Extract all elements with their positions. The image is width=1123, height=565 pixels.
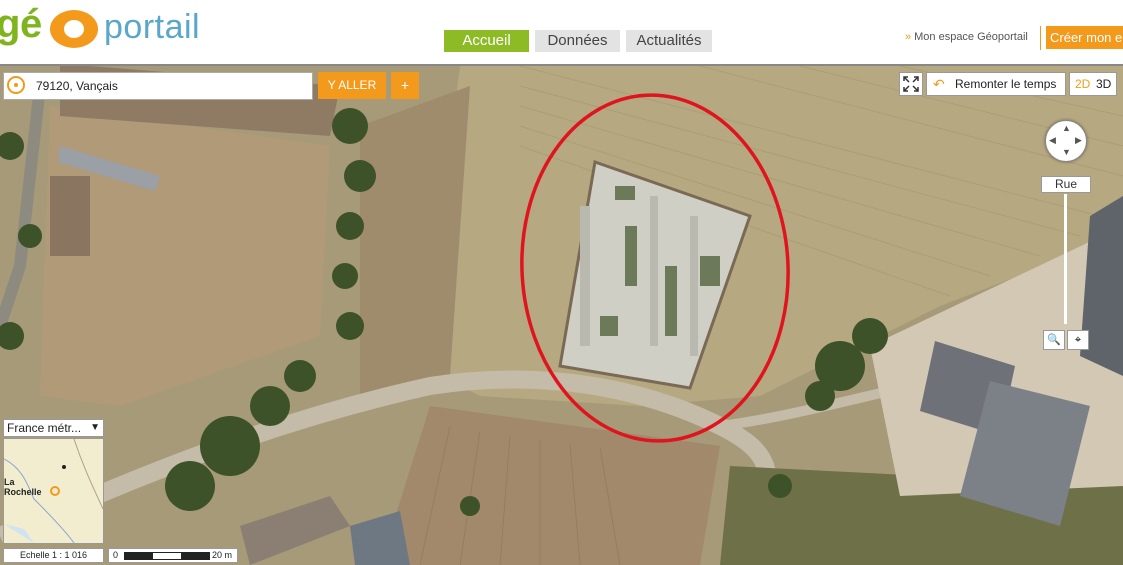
- mode-2d-button[interactable]: 2D: [1075, 73, 1090, 95]
- scale-bar: 0 20 m: [108, 548, 238, 563]
- mode-3d-button[interactable]: 3D: [1096, 73, 1111, 95]
- tab-actualites[interactable]: Actualités: [626, 30, 712, 52]
- remonter-le-temps-button[interactable]: ↶ Remonter le temps: [926, 72, 1066, 96]
- logo-g: g: [0, 2, 21, 46]
- city-line-1: La: [4, 477, 15, 487]
- pan-right-icon[interactable]: ▶: [1075, 135, 1082, 146]
- city-line-2: Rochelle: [4, 487, 42, 497]
- magnifier-icon[interactable]: 🔍: [1043, 330, 1065, 350]
- locate-icon[interactable]: [7, 76, 25, 94]
- mon-espace-label: Mon espace Géoportail: [914, 31, 1028, 43]
- more-options-button[interactable]: +: [391, 72, 419, 99]
- remonter-label: Remonter le temps: [955, 77, 1057, 91]
- chevron-right-icon: »: [905, 31, 912, 43]
- map-view[interactable]: Y ALLER + ↶ Remonter le temps 2D 3D ▲ ▼ …: [0, 64, 1123, 565]
- zoom-slider[interactable]: [1064, 194, 1067, 324]
- projection-select[interactable]: France métr... ▼: [3, 419, 104, 437]
- scale-ratio: Echelle 1 : 1 016: [3, 548, 104, 563]
- location-pin-icon: [50, 486, 60, 496]
- view-mode-toggle: 2D 3D: [1069, 72, 1117, 96]
- tab-accueil[interactable]: Accueil: [444, 30, 529, 52]
- logo-e: é: [20, 2, 43, 46]
- aerial-imagery: [0, 66, 1123, 565]
- mon-espace-link[interactable]: » Mon espace Géoportail: [905, 31, 1028, 43]
- scale-distance: 20 m: [212, 550, 233, 560]
- fullscreen-icon[interactable]: [899, 72, 923, 96]
- search-input[interactable]: [34, 75, 308, 97]
- pan-left-icon[interactable]: ◀: [1049, 135, 1056, 146]
- scale-zero: 0: [113, 550, 119, 560]
- chevron-down-icon: ▼: [90, 422, 100, 433]
- crosshair-icon[interactable]: ⌖: [1067, 330, 1089, 350]
- logo-o-shape: [50, 10, 98, 48]
- header-divider: [1040, 26, 1041, 50]
- minimap-city-label: La Rochelle: [4, 477, 42, 497]
- geoportail-logo[interactable]: g é portail: [0, 0, 220, 56]
- search-bar: [3, 72, 313, 100]
- scale-bar-graphic: [124, 552, 210, 560]
- pan-up-icon[interactable]: ▲: [1062, 123, 1071, 133]
- overview-minimap[interactable]: La Rochelle: [3, 438, 104, 544]
- logo-portail-text: portail: [104, 8, 201, 46]
- zoom-level-label[interactable]: Rue: [1041, 176, 1091, 193]
- go-button[interactable]: Y ALLER: [318, 72, 386, 99]
- pan-down-icon[interactable]: ▼: [1062, 147, 1071, 157]
- projection-value: France métr...: [7, 421, 82, 435]
- compass-pan-icon[interactable]: ▲ ▼ ◀ ▶: [1045, 120, 1087, 162]
- create-account-button[interactable]: Créer mon e: [1046, 26, 1123, 49]
- undo-arrow-icon: ↶: [933, 76, 945, 92]
- tab-donnees[interactable]: Données: [535, 30, 620, 52]
- header: g é portail Accueil Données Actualités »…: [0, 0, 1123, 64]
